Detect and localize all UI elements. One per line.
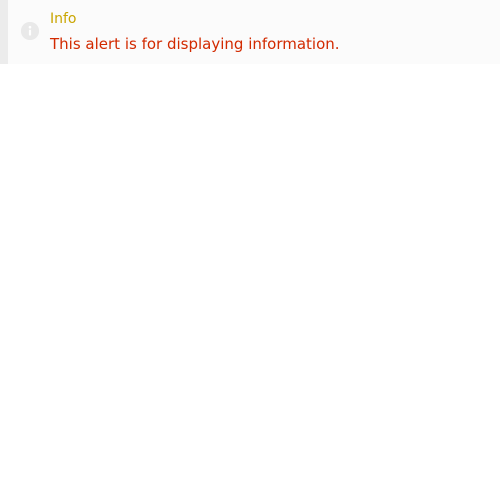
alert-accent-bar: [0, 0, 8, 64]
info-alert: Info This alert is for displaying inform…: [0, 0, 500, 64]
alert-title: Info: [50, 11, 77, 27]
alert-message: This alert is for displaying information…: [50, 35, 340, 53]
info-icon: [21, 22, 39, 40]
